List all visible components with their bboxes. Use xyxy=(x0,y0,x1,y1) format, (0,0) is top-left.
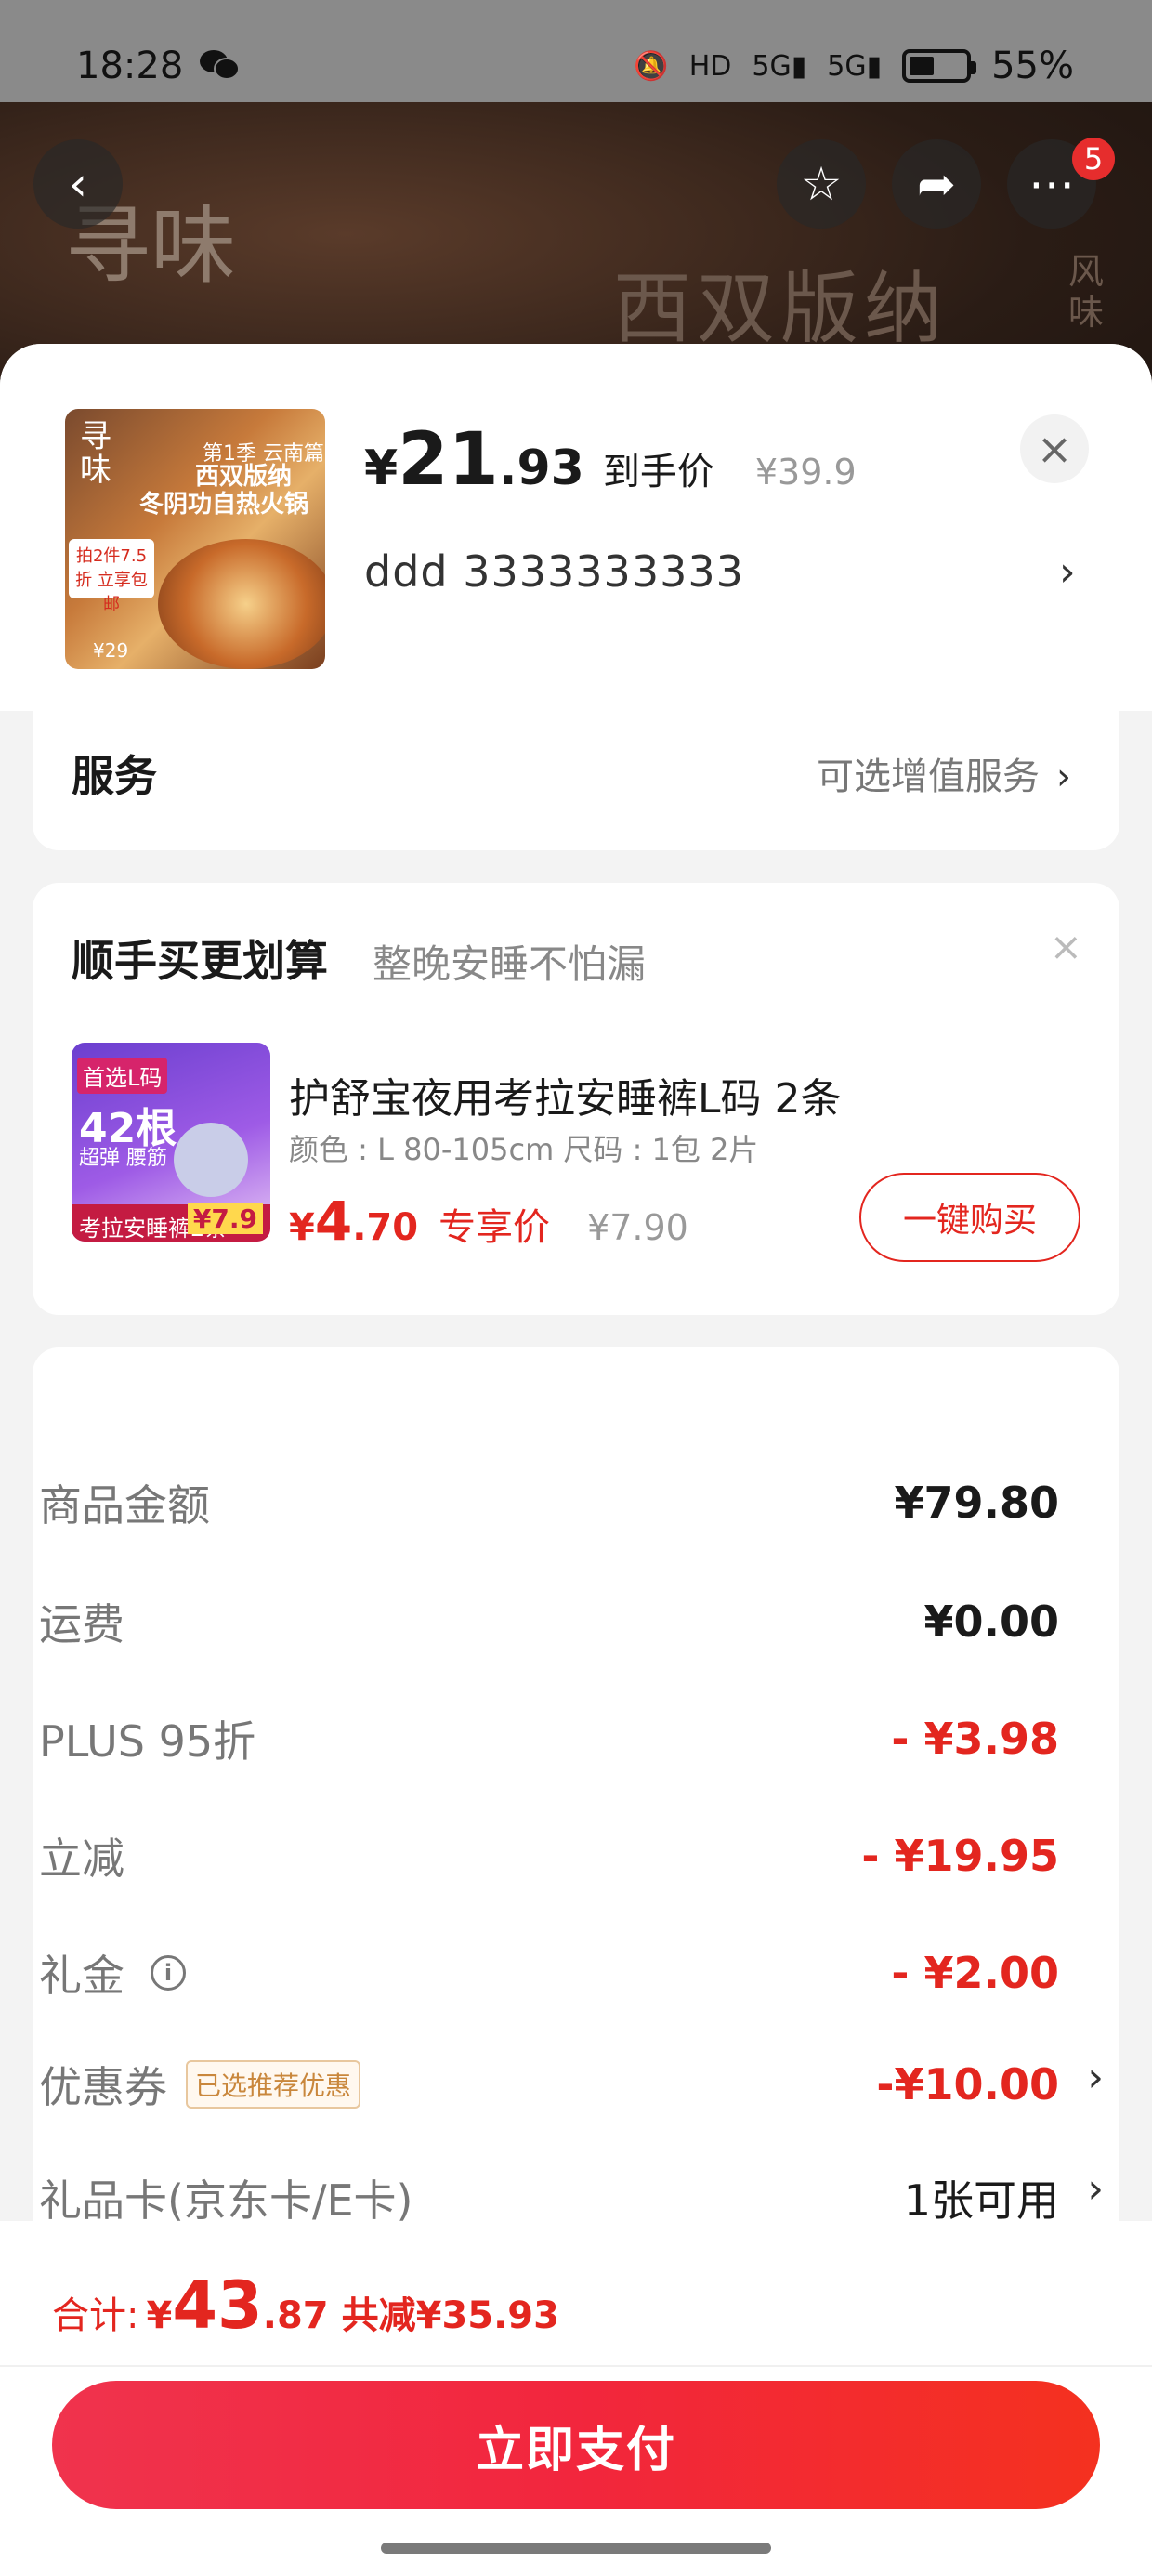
upsell-item-title: 护舒宝夜用考拉安睡裤L码 2条 xyxy=(289,1075,842,1123)
pay-now-button[interactable]: 立即支付 xyxy=(52,2381,1100,2509)
summary-row-gift-money: 礼金 i - ¥2.00 xyxy=(39,1940,1059,2005)
wechat-icon xyxy=(200,50,240,80)
share-button[interactable]: ➦ xyxy=(892,139,981,229)
service-row[interactable]: 服务 可选增值服务 › xyxy=(33,711,1119,850)
back-button[interactable]: ‹ xyxy=(33,139,123,229)
summary-label-wrap: 礼金 i xyxy=(39,1942,186,2004)
summary-label: 商品金额 xyxy=(39,1480,210,1531)
product-thumbnail[interactable]: 寻味 第1季 云南篇 西双版纳 冬阴功自热火锅 拍2件7.5折 立享包邮 ¥29 xyxy=(65,409,325,669)
upsell-card: 顺手买更划算 整晚安睡不怕漏 × 首选L码 42根 超弹 腰筋 考拉安睡裤2条 … xyxy=(33,883,1119,1315)
uthumb-tag: 首选L码 xyxy=(77,1058,168,1094)
hd-icon: HD xyxy=(688,49,732,83)
info-icon[interactable]: i xyxy=(151,1955,186,1991)
price-integer: 21 xyxy=(398,418,499,502)
summary-value: 1张可用 xyxy=(903,2175,1059,2226)
hotpot-image xyxy=(158,539,325,669)
price-label: 到手价 xyxy=(602,451,714,493)
one-click-buy-button[interactable]: 一键购买 xyxy=(859,1173,1080,1262)
service-option-text: 可选增值服务 xyxy=(817,756,1040,798)
total-integer: 43 xyxy=(172,2267,263,2344)
status-icons: 🔕 HD 5G▮ 5G▮ 55% xyxy=(634,45,1074,87)
home-indicator xyxy=(381,2543,771,2554)
summary-row-instant-discount: 立减 - ¥19.95 xyxy=(39,1823,1059,1888)
chevron-right-icon: › xyxy=(1056,756,1071,798)
summary-label: 礼金 xyxy=(39,1951,124,2001)
summary-label: 礼品卡(京东卡/E卡) xyxy=(39,2175,413,2226)
banner-subtitle: 风味 xyxy=(1068,251,1105,333)
summary-row-subtotal: 商品金额 ¥79.80 xyxy=(39,1470,1059,1535)
upsell-price-currency: ¥ xyxy=(289,1206,315,1249)
signal-icon: 5G▮ xyxy=(752,49,807,83)
summary-value: ¥79.80 xyxy=(894,1478,1059,1528)
summary-row-plus-discount: PLUS 95折 - ¥3.98 xyxy=(39,1706,1059,1771)
total-decimal: .87 xyxy=(262,2294,329,2337)
summary-row-shipping: 运费 ¥0.00 xyxy=(39,1589,1059,1654)
upsell-thumbnail[interactable]: 首选L码 42根 超弹 腰筋 考拉安睡裤2条 ¥7.9 xyxy=(72,1043,270,1242)
mute-icon: 🔕 xyxy=(634,49,669,83)
upsell-close-icon[interactable]: × xyxy=(1050,924,1082,969)
status-time: 18:28 xyxy=(76,45,184,87)
status-bar: 18:28 🔕 HD 5G▮ 5G▮ 55% xyxy=(0,0,1152,102)
summary-value: -¥10.00 xyxy=(876,2059,1059,2109)
more-dots-icon: ⋯ xyxy=(1028,157,1075,211)
chevron-right-icon[interactable]: › xyxy=(1087,2165,1104,2213)
service-label: 服务 xyxy=(72,751,157,801)
order-total: 合计: ¥ 43 .87 共减¥35.93 xyxy=(52,2267,559,2344)
share-icon: ➦ xyxy=(917,157,956,211)
chevron-left-icon: ‹ xyxy=(69,157,87,211)
divider xyxy=(0,2365,1152,2367)
upsell-subtitle: 整晚安睡不怕漏 xyxy=(373,941,647,987)
price-currency: ¥ xyxy=(364,440,399,496)
upsell-price-label: 专享价 xyxy=(439,1206,551,1249)
star-icon: ☆ xyxy=(800,157,843,211)
total-label: 合计: xyxy=(52,2294,139,2337)
signal-icon-2: 5G▮ xyxy=(827,49,883,83)
summary-value: - ¥19.95 xyxy=(861,1831,1059,1881)
upsell-original-price: ¥7.90 xyxy=(587,1207,688,1248)
upsell-price-integer: 4 xyxy=(314,1189,353,1253)
service-option: 可选增值服务 › xyxy=(817,746,1071,800)
thumb-line2: 冬阴功自热火锅 xyxy=(139,491,309,519)
thumb-promo: 拍2件7.5折 立享包邮 xyxy=(69,539,154,614)
upsell-price: ¥ 4 .70 专享价 ¥7.90 xyxy=(289,1189,688,1253)
summary-value: ¥0.00 xyxy=(923,1597,1059,1647)
uthumb-price: ¥7.9 xyxy=(187,1203,263,1234)
cart-count-badge: 5 xyxy=(1072,138,1115,180)
uthumb-desc: 超弹 腰筋 xyxy=(79,1147,167,1170)
total-currency: ¥ xyxy=(146,2294,173,2337)
upsell-price-decimal: .70 xyxy=(352,1206,419,1249)
close-button[interactable]: × xyxy=(1020,414,1089,483)
favorite-button[interactable]: ☆ xyxy=(777,139,866,229)
upsell-item-spec: 颜色 : L 80-105cm 尺码 : 1包 2片 xyxy=(289,1132,759,1167)
recommended-coupon-tag: 已选推荐优惠 xyxy=(186,2060,361,2109)
battery-level: 55% xyxy=(991,45,1074,87)
total-saved: 共减¥35.93 xyxy=(341,2294,559,2337)
close-icon: × xyxy=(1036,424,1073,474)
battery-icon xyxy=(902,49,977,83)
summary-label: 立减 xyxy=(39,1833,124,1884)
chevron-right-icon[interactable]: › xyxy=(1059,548,1076,596)
summary-label-wrap: 优惠券 已选推荐优惠 xyxy=(39,2054,361,2115)
banner-title: 西双版纳 xyxy=(613,263,949,354)
summary-label: 优惠券 xyxy=(39,2062,167,2112)
summary-value: - ¥3.98 xyxy=(891,1714,1059,1764)
upsell-title: 顺手买更划算 xyxy=(72,936,328,986)
summary-row-coupon[interactable]: 优惠券 已选推荐优惠 -¥10.00 xyxy=(39,2052,1059,2117)
summary-label: PLUS 95折 xyxy=(39,1716,256,1767)
product-spec-selector[interactable]: ddd 3333333333 xyxy=(364,546,744,597)
checkout-footer: 合计: ¥ 43 .87 共减¥35.93 立即支付 xyxy=(0,2221,1152,2576)
koala-image xyxy=(174,1123,248,1197)
summary-label: 运费 xyxy=(39,1599,124,1649)
original-price: ¥39.9 xyxy=(754,452,857,493)
chevron-right-icon[interactable]: › xyxy=(1087,2054,1104,2101)
summary-row-subtotal xyxy=(39,1366,1059,1431)
product-price: ¥ 21 .93 到手价 ¥39.9 xyxy=(364,418,857,502)
thumb-brand: 寻味 xyxy=(80,418,111,489)
thumb-price: ¥29 xyxy=(93,639,129,662)
price-decimal: .93 xyxy=(498,440,584,496)
summary-value: - ¥2.00 xyxy=(891,1948,1059,1998)
